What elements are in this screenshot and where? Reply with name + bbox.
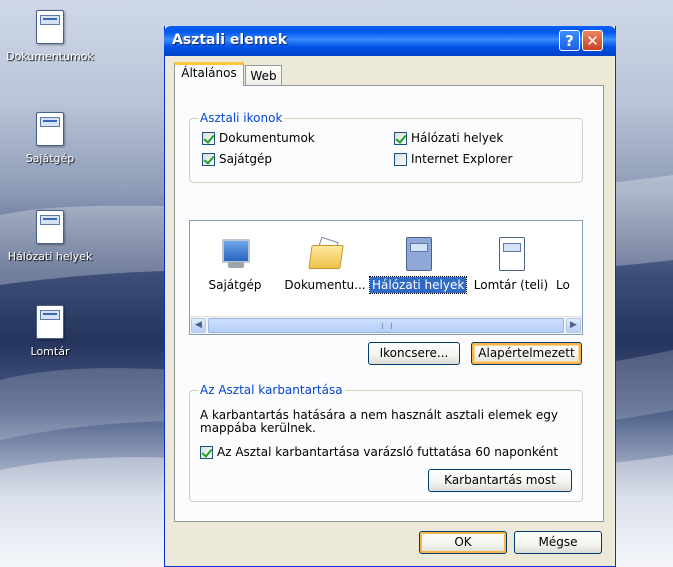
- document-icon: [494, 237, 528, 271]
- scroll-left-icon[interactable]: ◀: [191, 318, 206, 333]
- checkbox-network-places[interactable]: Hálózati helyek: [394, 131, 503, 145]
- desktop-icon-my-computer[interactable]: Sajátgép: [0, 112, 105, 165]
- list-item[interactable]: Lomtár (teli): [466, 221, 556, 293]
- list-item[interactable]: Sajátgép: [190, 221, 280, 293]
- desktop-icon-label: Dokumentumok: [6, 50, 94, 63]
- desktop-icons-group: Asztali ikonok Dokumentumok Hálózati hel…: [189, 111, 583, 183]
- checkbox-label: Sajátgép: [219, 152, 272, 166]
- checkbox-label: Internet Explorer: [411, 152, 513, 166]
- tab-general[interactable]: Általános: [174, 62, 244, 86]
- list-item[interactable]: Dokumentu...: [280, 221, 370, 293]
- checkbox-box[interactable]: [202, 131, 215, 145]
- restore-default-button[interactable]: Alapértelmezett: [471, 342, 582, 365]
- icon-list-view[interactable]: Sajátgép Dokumentu... Hálózati helyek Lo…: [189, 220, 583, 335]
- desktop-icon-network-places[interactable]: Hálózati helyek: [0, 210, 105, 263]
- list-item[interactable]: Lo: [554, 221, 582, 293]
- document-icon: [36, 112, 64, 146]
- checkbox-cleanup-wizard[interactable]: Az Asztal karbantartása varázsló futtatá…: [200, 445, 558, 459]
- checkbox-internet-explorer[interactable]: Internet Explorer: [394, 152, 512, 166]
- change-icon-button[interactable]: Ikoncsere...: [368, 342, 460, 365]
- tab-panel-general: Asztali ikonok Dokumentumok Hálózati hel…: [174, 85, 604, 522]
- list-item-label: Sajátgép: [208, 278, 262, 292]
- checkbox-label: Az Asztal karbantartása varázsló futtatá…: [217, 445, 559, 459]
- desktop-icon-recycle-bin[interactable]: Lomtár: [0, 305, 105, 358]
- list-item-label: Dokumentu...: [284, 278, 366, 292]
- desktop-icon-label: Hálózati helyek: [7, 250, 93, 263]
- document-icon: [401, 237, 435, 271]
- close-button[interactable]: ✕: [582, 30, 603, 51]
- list-item-selected[interactable]: Hálózati helyek: [368, 221, 468, 294]
- desktop-cleanup-group: Az Asztal karbantartása A karbantartás h…: [189, 383, 583, 502]
- folder-icon: [308, 236, 344, 271]
- checkbox-box[interactable]: [202, 152, 215, 166]
- ok-button[interactable]: OK: [419, 531, 507, 554]
- group-legend: Asztali ikonok: [198, 111, 285, 125]
- scroll-right-icon[interactable]: ▶: [566, 318, 581, 333]
- checkbox-my-computer[interactable]: Sajátgép: [202, 152, 272, 166]
- scroll-thumb[interactable]: [208, 318, 564, 333]
- dialog-title: Asztali elemek: [172, 32, 288, 48]
- list-item-label: Lomtár (teli): [473, 278, 549, 292]
- list-item-label: Lo: [556, 278, 570, 292]
- cleanup-description: A karbantartás hatására a nem használt a…: [200, 408, 558, 435]
- group-legend: Az Asztal karbantartása: [198, 383, 345, 397]
- tab-web[interactable]: Web: [245, 65, 282, 86]
- checkbox-label: Hálózati helyek: [411, 131, 504, 145]
- computer-icon: [218, 237, 252, 271]
- horizontal-scrollbar[interactable]: ◀ ▶: [190, 316, 582, 334]
- desktop-items-dialog: Asztali elemek ? ✕ Általános Web Asztali…: [164, 26, 616, 567]
- desktop-icon-label: Sajátgép: [25, 152, 75, 165]
- checkbox-box[interactable]: [394, 152, 407, 166]
- cleanup-now-button[interactable]: Karbantartás most: [428, 469, 572, 492]
- help-button[interactable]: ?: [559, 30, 580, 51]
- title-bar[interactable]: Asztali elemek ? ✕: [164, 26, 616, 56]
- desktop-icon-documents[interactable]: Dokumentumok: [0, 10, 105, 63]
- cancel-button[interactable]: Mégse: [514, 531, 602, 554]
- checkbox-label: Dokumentumok: [219, 131, 315, 145]
- checkbox-box[interactable]: [394, 131, 407, 145]
- checkbox-box[interactable]: [200, 445, 213, 459]
- checkbox-documents[interactable]: Dokumentumok: [202, 131, 315, 145]
- list-item-label: Hálózati helyek: [368, 276, 468, 294]
- desktop-icon-label: Lomtár: [30, 345, 70, 358]
- document-icon: [36, 210, 64, 244]
- document-icon: [36, 305, 64, 339]
- document-icon: [36, 10, 64, 44]
